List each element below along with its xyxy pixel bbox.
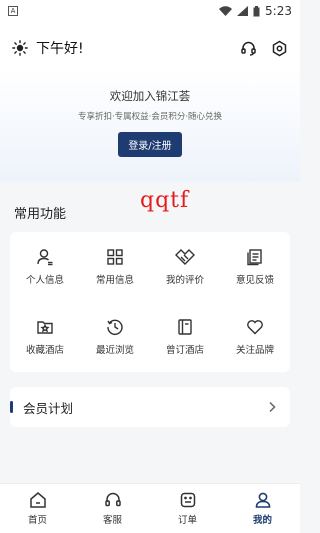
heart-icon [247, 320, 263, 335]
tab-mine[interactable]: 我的 [233, 491, 293, 526]
login-register-button[interactable]: 登录/注册 [118, 132, 182, 157]
function-personal-info[interactable]: 个人信息 [10, 232, 80, 302]
person-icon [37, 249, 53, 266]
function-favorite-hotels[interactable]: 收藏酒店 [10, 302, 80, 372]
function-booked-hotels[interactable]: 曾订酒店 [150, 302, 220, 372]
function-my-reviews[interactable]: 我的评价 [150, 232, 220, 302]
promo-banner: 欢迎加入锦江荟 专享折扣·专属权益·会员积分·随心兑换 登录/注册 [0, 88, 300, 157]
order-icon [180, 492, 195, 508]
function-feedback[interactable]: 意见反馈 [220, 232, 290, 302]
function-label: 个人信息 [25, 275, 64, 286]
profile-icon [255, 492, 270, 508]
history-icon [107, 319, 123, 336]
tab-label: 我的 [252, 515, 272, 526]
tab-home[interactable]: 首页 [8, 491, 68, 526]
function-label: 我的评价 [165, 275, 204, 286]
grid-icon [107, 249, 123, 265]
function-label: 收藏酒店 [25, 345, 64, 356]
promo-subtitle: 专享折扣·专属权益·会员积分·随心兑换 [77, 112, 223, 122]
functions-title: 常用功能 [14, 207, 67, 222]
handshake-icon [175, 249, 195, 265]
sun-icon [12, 40, 28, 56]
chevron-right-icon [269, 401, 276, 413]
tab-service[interactable]: 客服 [83, 491, 143, 526]
signal-icon [237, 6, 249, 16]
header: 下午好! [0, 28, 300, 68]
headset-icon[interactable] [240, 40, 257, 57]
watermark-text: qqtf [140, 188, 190, 213]
tab-orders[interactable]: 订单 [158, 491, 218, 526]
function-label: 最近浏览 [95, 345, 134, 356]
document-icon [247, 249, 262, 266]
member-accent-bar [10, 401, 13, 413]
function-label: 意见反馈 [235, 275, 274, 286]
status-bar: A 5:23 [0, 0, 300, 22]
app-notification-icon: A [8, 6, 18, 16]
headset-icon [104, 492, 121, 507]
greeting-text: 下午好! [36, 41, 84, 57]
book-icon [178, 319, 192, 335]
home-icon [29, 492, 46, 508]
promo-title: 欢迎加入锦江荟 [109, 89, 191, 103]
function-label: 常用信息 [95, 275, 134, 286]
clock: 5:23 [265, 4, 292, 18]
function-followed-brands[interactable]: 关注品牌 [220, 302, 290, 372]
wifi-icon [219, 6, 233, 16]
battery-icon [253, 5, 260, 16]
member-plan-label: 会员计划 [23, 400, 74, 416]
function-label: 关注品牌 [235, 345, 274, 356]
member-plan-row[interactable]: 会员计划 [10, 387, 290, 427]
tab-label: 客服 [102, 515, 122, 526]
settings-icon[interactable] [271, 40, 288, 57]
function-label: 曾订酒店 [165, 345, 204, 356]
function-recent-views[interactable]: 最近浏览 [80, 302, 150, 372]
functions-card: 个人信息 常用信息 我的评价 意见反馈 收藏酒店 最近浏览 曾订酒店 关注品牌 [10, 232, 290, 372]
tab-label: 首页 [27, 515, 47, 526]
tab-label: 订单 [177, 515, 197, 526]
folder-star-icon [37, 321, 53, 334]
bottom-tab-bar: 首页 客服 订单 我的 [0, 483, 300, 533]
function-common-info[interactable]: 常用信息 [80, 232, 150, 302]
